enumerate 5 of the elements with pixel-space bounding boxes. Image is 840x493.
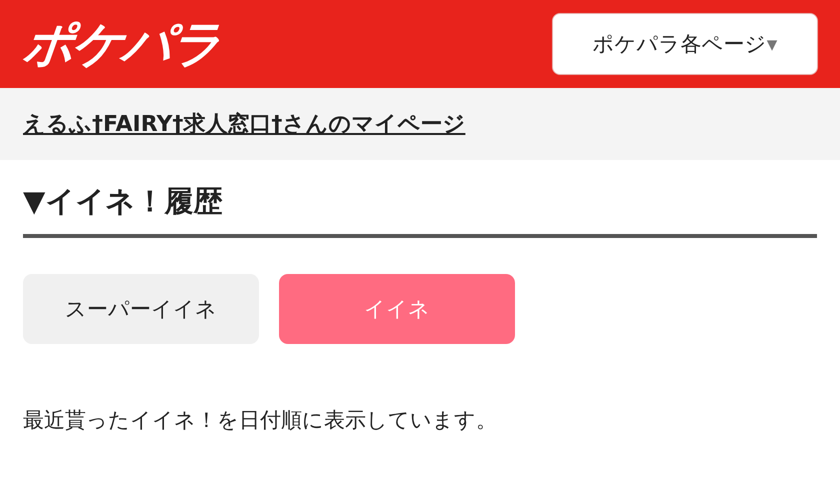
section-heading: ▼イイネ！履歴 xyxy=(23,182,817,238)
pages-dropdown[interactable]: ポケパラ各ページ▾ xyxy=(552,13,818,75)
description-text: 最近貰ったイイネ！を日付順に表示しています。 xyxy=(23,407,498,434)
site-logo[interactable]: ポケパラ xyxy=(21,19,223,69)
tab[interactable]: スーパーイイネ xyxy=(23,274,259,344)
